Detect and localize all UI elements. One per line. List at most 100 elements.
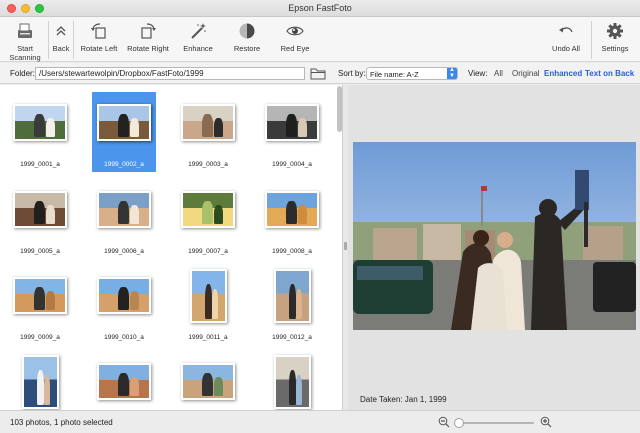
eye-icon: [286, 26, 304, 36]
photo-image: [265, 104, 319, 141]
start-scanning-label: Start Scanning: [9, 44, 41, 62]
photo-image: [181, 191, 235, 228]
photo-thumbnail[interactable]: [260, 351, 324, 410]
scroll-thumb[interactable]: [337, 86, 342, 132]
photo-image: [97, 277, 151, 314]
rotate-right-label: Rotate Right: [127, 44, 169, 53]
folder-label: Folder:: [10, 69, 35, 78]
photo-grid[interactable]: 1999_0001_a 1999_0002_a 1999_0003_a 1999_00…: [0, 85, 343, 410]
photo-filename: 1999_0008_a: [272, 248, 312, 255]
view-label: View:: [468, 69, 488, 78]
chevron-updown-icon: ▲ ▼: [447, 67, 457, 79]
photo-image: [22, 355, 59, 409]
photo-thumbnail[interactable]: 1999_0009_a: [8, 265, 72, 345]
photo-thumbnail[interactable]: [8, 351, 72, 410]
photo-image: [274, 269, 311, 323]
sort-dropdown[interactable]: File name: A-Z ▲ ▼: [366, 67, 458, 80]
photo-filename: 1999_0002_a: [104, 161, 144, 168]
chevron-up-icon: [56, 26, 66, 36]
photo-filename: 1999_0007_a: [188, 248, 228, 255]
status-bar: 103 photos, 1 photo selected: [0, 410, 640, 433]
window-title: Epson FastFoto: [288, 3, 352, 13]
photo-thumbnail[interactable]: 1999_0005_a: [8, 179, 72, 259]
settings-button[interactable]: Settings: [598, 21, 632, 53]
photo-thumbnail[interactable]: 1999_0003_a: [176, 92, 240, 172]
photo-thumbnail[interactable]: 1999_0011_a: [176, 265, 240, 345]
restore-label: Restore: [233, 44, 261, 53]
magic-wand-icon: [191, 23, 206, 39]
photo-image: [181, 363, 235, 400]
undo-all-button[interactable]: Undo All: [550, 21, 582, 53]
photo-filename: 1999_0009_a: [20, 334, 60, 341]
folder-path-input[interactable]: [35, 67, 305, 80]
view-option-original[interactable]: Original: [512, 69, 540, 78]
toolbar-separator: [73, 21, 74, 59]
photo-thumbnail[interactable]: 1999_0004_a: [260, 92, 324, 172]
photo-image: [97, 363, 151, 400]
photo-image: [97, 104, 151, 141]
photo-filename: 1999_0004_a: [272, 161, 312, 168]
photo-filename: 1999_0003_a: [188, 161, 228, 168]
photo-filename: 1999_0011_a: [188, 334, 228, 341]
zoom-in-icon[interactable]: [540, 416, 552, 428]
zoom-slider-track[interactable]: [457, 422, 534, 424]
photo-image: [265, 191, 319, 228]
gear-icon: [607, 23, 623, 39]
photo-thumbnail[interactable]: [92, 351, 156, 410]
photo-thumbnail[interactable]: [176, 351, 240, 410]
restore-button[interactable]: Restore: [231, 21, 263, 53]
red-eye-label: Red Eye: [280, 44, 310, 53]
view-option-all[interactable]: All: [494, 69, 503, 78]
folder-icon[interactable]: [310, 67, 326, 80]
toolbar-separator: [591, 21, 592, 59]
start-scanning-button[interactable]: Start Scanning: [8, 21, 42, 62]
zoom-out-icon[interactable]: [438, 416, 450, 428]
rotate-left-button[interactable]: Rotate Left: [78, 21, 120, 53]
enhance-label: Enhance: [183, 44, 213, 53]
photo-filename: 1999_0006_a: [104, 248, 144, 255]
view-option-text-on-back[interactable]: Text on Back: [585, 69, 634, 78]
title-bar: Epson FastFoto: [0, 0, 640, 17]
undo-all-label: Undo All: [552, 44, 580, 53]
photo-thumbnail[interactable]: 1999_0010_a: [92, 265, 156, 345]
preview-photo: [353, 142, 636, 330]
sort-value: File name: A-Z: [370, 70, 419, 79]
toolbar-separator: [48, 21, 49, 59]
view-option-enhanced[interactable]: Enhanced: [544, 69, 582, 78]
splitter-handle[interactable]: [344, 242, 347, 250]
status-text: 103 photos, 1 photo selected: [10, 418, 113, 427]
preview-pane: Date Taken: Jan 1, 1999: [348, 85, 640, 410]
photo-filename: 1999_0001_a: [20, 161, 60, 168]
photo-filename: 1999_0012_a: [272, 334, 312, 341]
back-button[interactable]: Back: [50, 21, 72, 53]
zoom-slider-knob[interactable]: [454, 418, 465, 428]
grid-scrollbar[interactable]: [337, 86, 342, 408]
date-taken: Date Taken: Jan 1, 1999: [360, 395, 447, 404]
rotate-left-label: Rotate Left: [80, 44, 118, 53]
photo-thumbnail[interactable]: 1999_0008_a: [260, 179, 324, 259]
photo-image: [97, 191, 151, 228]
photo-image: [13, 277, 67, 314]
photo-image: [13, 191, 67, 228]
photo-thumbnail[interactable]: 1999_0001_a: [8, 92, 72, 172]
photo-filename: 1999_0005_a: [20, 248, 60, 255]
photo-thumbnail[interactable]: 1999_0012_a: [260, 265, 324, 345]
photo-filename: 1999_0010_a: [104, 334, 144, 341]
restore-icon: [239, 23, 255, 39]
rotate-left-icon: [91, 23, 106, 39]
scanner-icon: [18, 23, 32, 38]
rotate-right-icon: [141, 23, 156, 39]
toolbar: Start Scanning Back Rotate Left Rotate R…: [0, 17, 640, 62]
photo-thumbnail[interactable]: 1999_0007_a: [176, 179, 240, 259]
photo-thumbnail[interactable]: 1999_0006_a: [92, 179, 156, 259]
photo-image: [181, 104, 235, 141]
rotate-right-button[interactable]: Rotate Right: [126, 21, 170, 53]
photo-image: [190, 269, 227, 323]
photo-thumbnail[interactable]: 1999_0002_a: [92, 92, 156, 172]
red-eye-button[interactable]: Red Eye: [280, 21, 310, 53]
enhance-button[interactable]: Enhance: [181, 21, 215, 53]
photo-image: [274, 355, 311, 409]
settings-label: Settings: [601, 44, 629, 53]
photo-image: [13, 104, 67, 141]
folder-bar: Folder: Sort by: File name: A-Z ▲▼ View:…: [0, 63, 640, 84]
